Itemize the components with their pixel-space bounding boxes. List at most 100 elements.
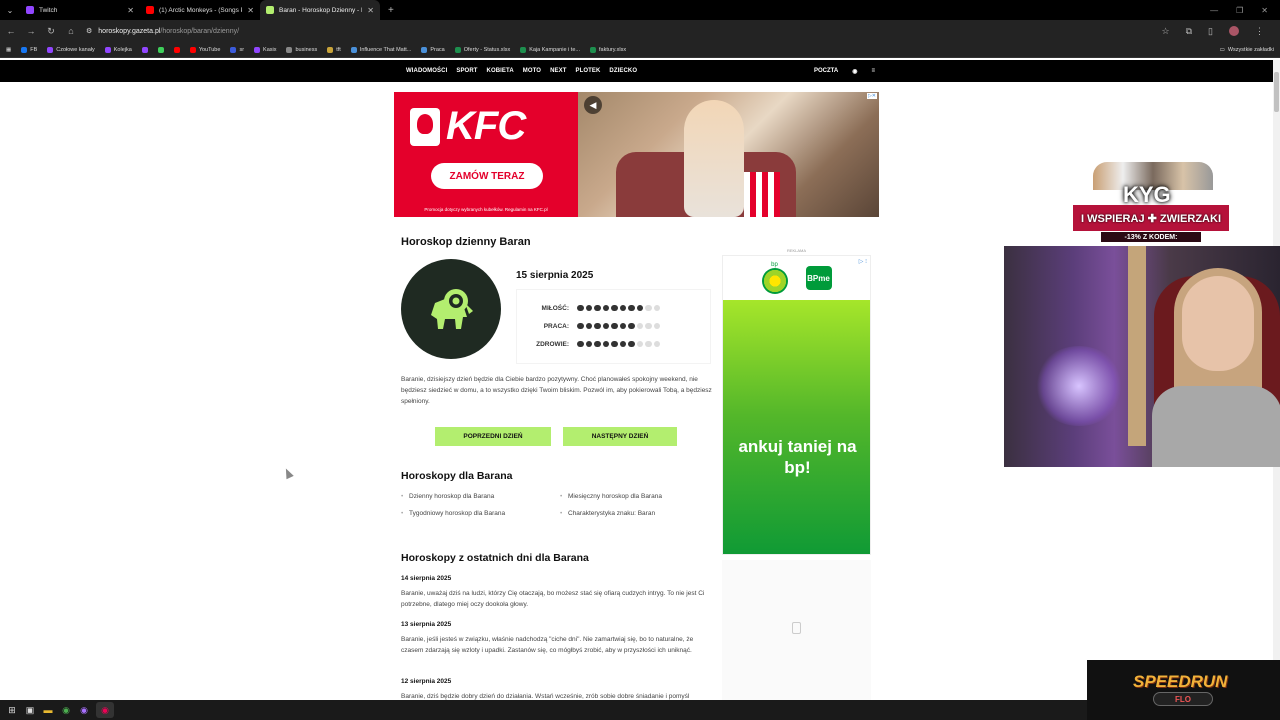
- url-field[interactable]: ⚙ horoskopy.gazeta.pl/horoskop/baran/dzi…: [86, 23, 1152, 39]
- webcam-cat-tower: [1128, 246, 1146, 446]
- bookmark-item[interactable]: FB: [21, 46, 37, 53]
- rating-dot-filled: [611, 340, 618, 348]
- recent-text: Baranie, uważaj dziś na ludzi, którzy Ci…: [401, 590, 705, 608]
- tab-youtube[interactable]: (1) Arctic Monkeys - (Songs Pl ✕: [140, 0, 260, 20]
- scrollbar-thumb[interactable]: [1274, 72, 1279, 112]
- ad-choices-icon[interactable]: ▷ ⁝: [859, 258, 867, 265]
- bookmark-label: YouTube: [198, 46, 221, 53]
- ad-choices-icon[interactable]: ▷✕: [866, 93, 877, 99]
- bookmark-item[interactable]: Kolejka: [104, 46, 132, 53]
- tab-search-dropdown-icon[interactable]: ⌄: [0, 0, 20, 20]
- profile-avatar[interactable]: [1229, 25, 1239, 36]
- bookmark-label: Praca: [430, 46, 445, 53]
- bookmark-item[interactable]: Kasix: [254, 46, 276, 53]
- globe-icon: [350, 46, 357, 53]
- nav-dziecko[interactable]: DZIECKO: [609, 68, 637, 74]
- new-tab-plus-icon[interactable]: +: [380, 0, 402, 20]
- sidebar-icon[interactable]: ▯: [1208, 26, 1213, 37]
- bookmark-item[interactable]: tft: [327, 46, 341, 53]
- task-view-icon[interactable]: ▣: [24, 704, 36, 716]
- link-monthly[interactable]: Miesięczny horoskop dla Barana: [560, 493, 662, 500]
- bookmark-item[interactable]: YouTube: [189, 46, 221, 53]
- close-icon[interactable]: ✕: [127, 6, 134, 15]
- menu-kebab-icon[interactable]: ⋮: [1255, 26, 1264, 37]
- speedrun-overlay: SPEEDRUN FLO: [1087, 660, 1280, 720]
- bp-ad-banner[interactable]: bp BPme ankuj taniej na bp! ▷ ⁝: [722, 255, 871, 555]
- user-account-icon[interactable]: ◉: [852, 68, 857, 75]
- bookmark-item[interactable]: Praca: [421, 46, 445, 53]
- rating-dots: [577, 322, 660, 330]
- section-title-recent: Horoskopy z ostatnich dni dla Barana: [401, 552, 589, 564]
- bookmark-label: faktury.xlsx: [598, 46, 627, 53]
- speedrun-logo: SPEEDRUN: [1133, 672, 1228, 691]
- bookmark-item[interactable]: Influence That Matt...: [350, 46, 411, 53]
- url-path: /horoskop/baran/dzienny/: [160, 27, 240, 35]
- nav-kobieta[interactable]: KOBIETA: [487, 68, 514, 74]
- nav-moto[interactable]: MOTO: [523, 68, 541, 74]
- mute-sound-icon[interactable]: ◀: [584, 96, 602, 114]
- tab-title: Baran - Horoskop Dzienny - Ho: [279, 6, 363, 14]
- hamburger-menu-icon[interactable]: ≡: [871, 68, 875, 74]
- webcam-feed: [1004, 246, 1280, 467]
- bookmark-item[interactable]: [157, 46, 164, 53]
- bookmark-item[interactable]: [173, 46, 180, 53]
- bookmark-item[interactable]: business: [286, 46, 317, 53]
- obs-app-icon[interactable]: ◉: [96, 702, 114, 718]
- bookmarks-bar: ▦ FB Czołowe kanały Kolejka YouTube sr K…: [0, 42, 1280, 58]
- windows-start-icon[interactable]: ⊞: [6, 704, 18, 716]
- tab-twitch[interactable]: Twitch ✕: [20, 0, 140, 20]
- nav-poczta[interactable]: POCZTA: [814, 68, 838, 74]
- all-bookmarks[interactable]: ▭ Wszystkie zakładki: [1220, 47, 1274, 53]
- nav-wiadomosci[interactable]: WIADOMOŚCI: [406, 68, 447, 74]
- site-info-icon[interactable]: ⚙: [86, 27, 92, 35]
- bookmark-item[interactable]: Oferty - Status.xlsx: [454, 46, 510, 53]
- rating-dot-filled: [577, 322, 584, 330]
- link-weekly[interactable]: Tygodniowy horoskop dla Barana: [401, 510, 505, 517]
- rating-dot-filled: [619, 322, 626, 330]
- sheets-icon: [589, 46, 596, 53]
- bookmark-item[interactable]: faktury.xlsx: [589, 46, 627, 53]
- close-icon[interactable]: ✕: [367, 6, 374, 15]
- link-daily[interactable]: Dzienny horoskop dla Barana: [401, 493, 494, 500]
- kfc-ad-banner[interactable]: KFC ZAMÓW TERAZ Promocja dotyczy wybrany…: [394, 92, 879, 217]
- forward-icon[interactable]: →: [26, 26, 36, 36]
- speedrun-sub-logo: FLO: [1153, 692, 1213, 706]
- twitch-app-icon[interactable]: ◉: [78, 704, 90, 716]
- rating-dot-filled: [628, 340, 635, 348]
- close-window-icon[interactable]: ✕: [1261, 6, 1268, 15]
- maximize-icon[interactable]: ❐: [1236, 6, 1243, 15]
- bookmark-item[interactable]: [141, 46, 148, 53]
- reload-icon[interactable]: ↻: [46, 26, 56, 37]
- previous-day-button[interactable]: POPRZEDNI DZIEŃ: [435, 427, 551, 446]
- rating-dot-filled: [619, 304, 626, 312]
- bookmark-icon: [230, 46, 237, 53]
- rating-dot-filled: [602, 340, 609, 348]
- bookmark-item[interactable]: sr: [230, 46, 244, 53]
- tab-horoskop[interactable]: Baran - Horoskop Dzienny - Ho ✕: [260, 0, 380, 20]
- home-icon[interactable]: ⌂: [66, 26, 76, 36]
- recent-date: 12 sierpnia 2025: [401, 678, 452, 685]
- bookmark-label: Czołowe kanały: [56, 46, 95, 53]
- minimize-icon[interactable]: —: [1210, 6, 1218, 15]
- file-explorer-icon[interactable]: ▬: [42, 704, 54, 716]
- back-icon[interactable]: ←: [6, 26, 16, 36]
- nav-sport[interactable]: SPORT: [456, 68, 477, 74]
- rating-work: PRACA:: [517, 320, 712, 332]
- nav-plotek[interactable]: PLOTEK: [575, 68, 600, 74]
- apps-grid-icon[interactable]: ▦: [6, 47, 11, 53]
- bookmark-item[interactable]: Czołowe kanały: [47, 46, 95, 53]
- bookmark-star-icon[interactable]: ☆: [1162, 26, 1170, 37]
- nav-next[interactable]: NEXT: [550, 68, 566, 74]
- bookmark-item[interactable]: Kaja Kampanie i te...: [520, 46, 580, 53]
- ad-placeholder-icon: [792, 622, 801, 634]
- extensions-icon[interactable]: ⧉: [1186, 26, 1192, 37]
- bookmark-label: Kaja Kampanie i te...: [529, 46, 580, 53]
- recent-text: Baranie, jeśli jesteś w związku, właśnie…: [401, 636, 694, 654]
- next-day-button[interactable]: NASTĘPNY DZIEŃ: [563, 427, 677, 446]
- kyg-code: -13% Z KODEM:: [1101, 232, 1201, 242]
- link-characteristics[interactable]: Charakterystyka znaku: Baran: [560, 510, 655, 517]
- order-now-button[interactable]: ZAMÓW TERAZ: [431, 163, 543, 189]
- close-icon[interactable]: ✕: [247, 6, 254, 15]
- rating-dot-filled: [611, 304, 618, 312]
- chrome-icon[interactable]: ◉: [60, 704, 72, 716]
